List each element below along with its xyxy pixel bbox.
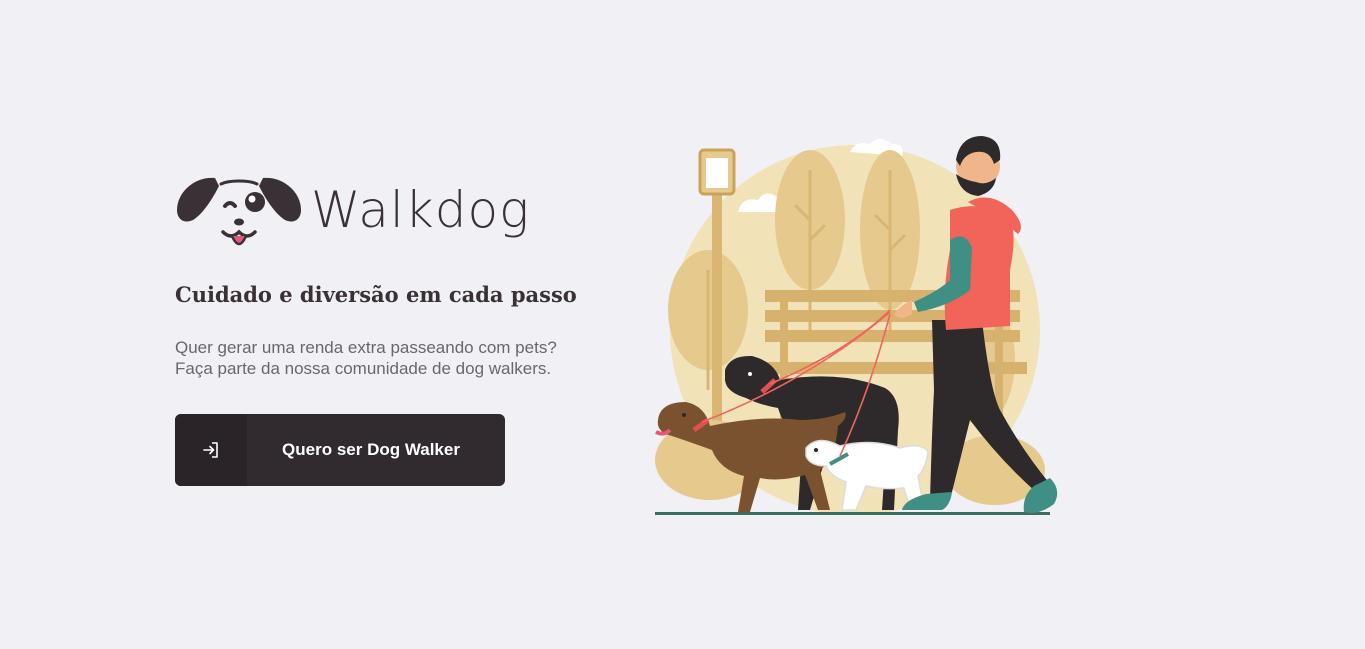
landing-page: Walkdog Cuidado e diversão em cada passo… [0, 0, 1365, 649]
brand-logo: Walkdog [175, 170, 615, 260]
hero-headline: Cuidado e diversão em cada passo [175, 282, 577, 307]
dog-face-icon [177, 177, 301, 246]
brand-name: Walkdog [311, 181, 531, 239]
become-dog-walker-label: Quero ser Dog Walker [282, 440, 460, 459]
hero-subtitle-line-2: Faça parte da nossa comunidade de dog wa… [175, 359, 552, 378]
sign-in-icon [175, 414, 247, 486]
hero-subtitle: Quer gerar uma renda extra passeando com… [175, 337, 615, 379]
hero-subtitle-line-1: Quer gerar uma renda extra passeando com… [175, 338, 557, 357]
become-dog-walker-button[interactable]: Quero ser Dog Walker [175, 414, 505, 486]
dog-walker-illustration [655, 136, 1058, 515]
hero-content: Walkdog Cuidado e diversão em cada passo… [175, 170, 615, 379]
